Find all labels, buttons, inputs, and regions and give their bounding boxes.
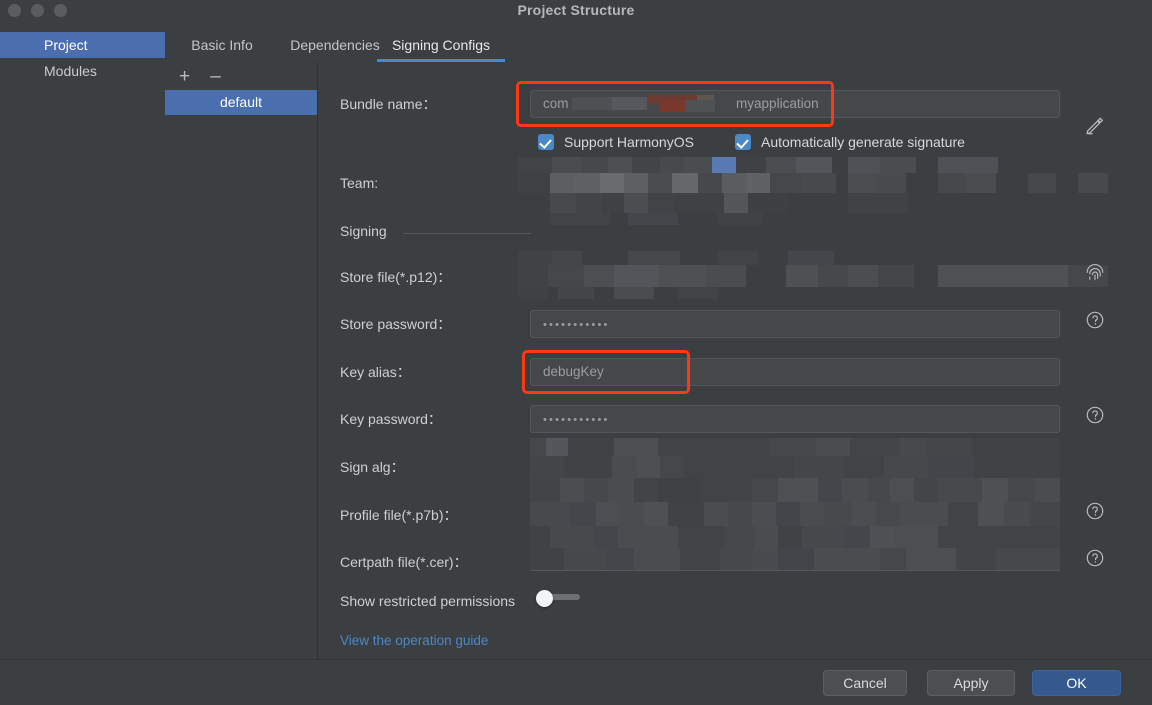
pencil-icon[interactable] <box>1084 114 1106 136</box>
row-key-password: Key password： ••••••••••• <box>318 403 1152 433</box>
signing-config-form: Bundle name： com myapplication Support H… <box>318 62 1152 659</box>
signing-section-divider <box>403 233 531 234</box>
show-restricted-permissions-toggle[interactable] <box>536 590 580 607</box>
team-redaction <box>518 157 1152 225</box>
window-title: Project Structure <box>517 2 635 18</box>
ok-button-label: OK <box>1066 675 1087 691</box>
cancel-button[interactable]: Cancel <box>823 670 907 696</box>
row-store-password: Store password： ••••••••••• <box>318 308 1152 338</box>
list-toolbar: + – <box>165 62 317 90</box>
show-restricted-permissions-label: Show restricted permissions <box>340 593 516 609</box>
row-signing-section: Signing <box>318 223 1152 245</box>
row-show-restricted-permissions: Show restricted permissions <box>318 589 1152 615</box>
list-item-default[interactable]: default <box>165 90 317 115</box>
cancel-button-label: Cancel <box>843 675 887 691</box>
store-file-redaction <box>518 251 1152 299</box>
toggle-knob <box>536 590 553 607</box>
sidebar-item-label: Modules <box>44 63 97 79</box>
key-alias-label: Key alias： <box>340 364 411 380</box>
tab-bar: Basic Info Dependencies Signing Configs <box>165 28 1152 63</box>
help-circle-icon[interactable] <box>1084 404 1106 426</box>
apply-button[interactable]: Apply <box>927 670 1015 696</box>
checkbox-support-harmonyos[interactable]: Support HarmonyOS <box>538 134 694 150</box>
team-label: Team: <box>340 175 379 191</box>
sidebar-item-project[interactable]: Project <box>0 32 165 58</box>
row-team: Team: <box>318 157 1152 225</box>
row-key-alias: Key alias： debugKey <box>318 350 1152 394</box>
store-password-label: Store password： <box>340 316 452 332</box>
row-bundle-name: Bundle name： com myapplication <box>318 81 1152 135</box>
tab-label: Basic Info <box>191 37 253 53</box>
key-password-label: Key password： <box>340 411 442 427</box>
tab-signing-configs[interactable]: Signing Configs <box>377 28 505 62</box>
settings-sidebar: Project Modules <box>0 28 165 659</box>
key-password-input[interactable]: ••••••••••• <box>530 405 1060 433</box>
sidebar-item-label: Project <box>44 37 88 53</box>
checkbox-label: Automatically generate signature <box>761 134 965 150</box>
ok-button[interactable]: OK <box>1032 670 1121 696</box>
key-alias-value: debugKey <box>543 364 604 379</box>
window-titlebar: Project Structure <box>0 0 1152 28</box>
bundle-name-input[interactable]: com myapplication <box>530 90 1060 118</box>
signing-section-label: Signing <box>340 223 387 239</box>
checkbox-auto-generate-signature[interactable]: Automatically generate signature <box>735 134 965 150</box>
help-circle-icon[interactable] <box>1084 309 1106 331</box>
store-password-value: ••••••••••• <box>543 319 610 331</box>
sign-alg-label: Sign alg： <box>340 459 405 475</box>
bundle-name-suffix: myapplication <box>736 96 819 111</box>
bundle-name-redaction <box>572 94 732 112</box>
tab-basic-info[interactable]: Basic Info <box>177 28 267 62</box>
operation-guide-link[interactable]: View the operation guide <box>340 633 488 648</box>
tab-label: Dependencies <box>290 37 380 53</box>
checkbox-icon[interactable] <box>735 134 751 150</box>
store-password-input[interactable]: ••••••••••• <box>530 310 1060 338</box>
bundle-name-label: Bundle name： <box>340 96 437 112</box>
bundle-name-prefix: com <box>543 96 569 111</box>
profile-file-label: Profile file(*.p7b)： <box>340 507 458 523</box>
store-file-label: Store file(*.p12)： <box>340 269 452 285</box>
key-alias-input[interactable]: debugKey <box>530 358 1060 386</box>
apply-button-label: Apply <box>953 675 989 691</box>
key-password-value: ••••••••••• <box>543 414 610 426</box>
list-item-label: default <box>219 94 263 110</box>
certpath-file-label: Certpath file(*.cer)： <box>340 554 468 570</box>
checkbox-icon[interactable] <box>538 134 554 150</box>
dialog-footer: Cancel Apply OK <box>0 659 1152 705</box>
project-structure-dialog: Project Structure Project Modules Basic … <box>0 0 1152 705</box>
help-circle-icon[interactable] <box>1084 547 1106 569</box>
add-config-button[interactable]: + <box>179 67 190 86</box>
sidebar-item-modules[interactable]: Modules <box>0 58 165 84</box>
signing-fields-redaction <box>530 438 1060 571</box>
help-circle-icon[interactable] <box>1084 500 1106 522</box>
checkbox-label: Support HarmonyOS <box>564 134 694 150</box>
signing-config-list-panel: + – default <box>165 62 318 659</box>
row-store-file: Store file(*.p12)： <box>318 251 1152 299</box>
tab-label: Signing Configs <box>391 37 491 53</box>
fingerprint-icon[interactable] <box>1084 260 1106 282</box>
remove-config-button[interactable]: – <box>210 67 221 86</box>
